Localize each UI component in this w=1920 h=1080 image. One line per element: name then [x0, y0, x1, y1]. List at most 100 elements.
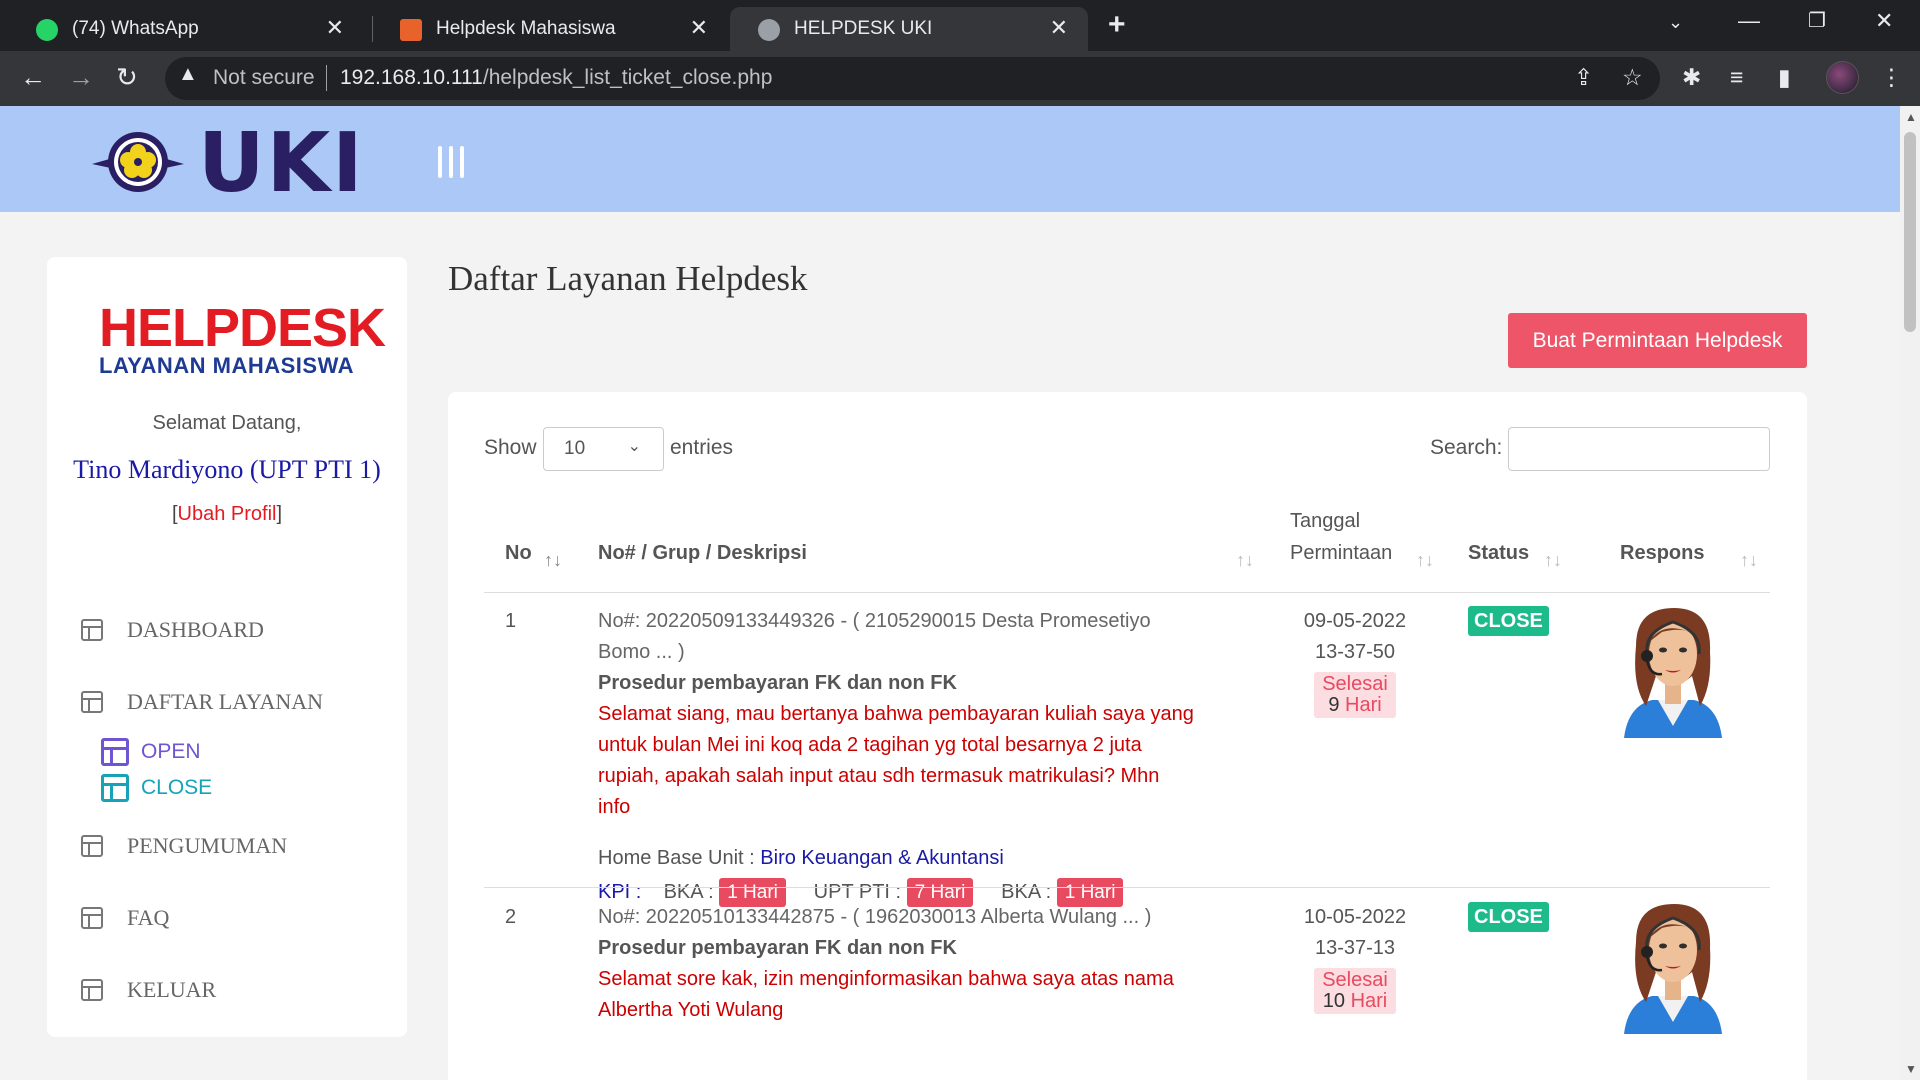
page-scrollbar[interactable]: ▲ ▼ — [1900, 106, 1920, 1080]
tab-whatsapp[interactable]: (74) WhatsApp ✕ — [8, 7, 364, 51]
column-header-status[interactable]: Status — [1468, 542, 1529, 565]
star-icon[interactable]: ☆ — [1622, 64, 1643, 91]
profile-avatar[interactable] — [1826, 61, 1859, 94]
layout-icon — [81, 835, 103, 857]
flame-icon — [400, 19, 422, 41]
menu-item-daftar-layanan[interactable]: DAFTAR LAYANAN — [81, 689, 323, 715]
uki-emblem-icon[interactable] — [90, 124, 186, 194]
reload-icon[interactable]: ↻ — [116, 62, 138, 93]
tab-search-icon[interactable]: ⌄ — [1668, 12, 1683, 33]
menu-item-pengumuman[interactable]: PENGUMUMAN — [81, 833, 287, 859]
scroll-down-icon[interactable]: ▼ — [1905, 1062, 1917, 1076]
layout-icon — [101, 774, 129, 802]
status-cell: CLOSE — [1468, 606, 1549, 637]
layout-icon — [81, 619, 103, 641]
entries-label: entries — [670, 436, 734, 459]
ticket-description: Selamat sore kak, izin menginformasikan … — [598, 968, 1174, 1021]
close-tab-icon[interactable]: ✕ — [326, 15, 344, 41]
media-icon[interactable]: ≡ — [1730, 64, 1743, 91]
page-title: Daftar Layanan Helpdesk — [448, 259, 808, 298]
column-header-date-line2[interactable]: Permintaan — [1290, 542, 1392, 565]
site-header: UKI — [0, 106, 1900, 212]
submenu-item-open[interactable]: OPEN — [101, 738, 201, 766]
request-date: 10-05-2022 — [1303, 906, 1407, 928]
close-tab-icon[interactable]: ✕ — [690, 15, 708, 41]
home-base-value: Biro Keuangan & Akuntansi — [760, 847, 1004, 869]
ticket-table-card: Show 10 ⌄ entries Search: No ↑↓ No# / Gr… — [448, 392, 1807, 1080]
layout-icon — [81, 691, 103, 713]
column-header-desc[interactable]: No# / Grup / Deskripsi — [598, 542, 807, 565]
column-header-respons[interactable]: Respons — [1620, 542, 1704, 565]
scrollbar-thumb[interactable] — [1904, 132, 1916, 332]
search-input[interactable] — [1508, 427, 1770, 471]
browser-toolbar: ← → ↻ ▲ Not secure 192.168.10.111/helpde… — [0, 51, 1920, 106]
security-status[interactable]: Not secure — [213, 66, 315, 90]
share-icon[interactable]: ⇪ — [1574, 64, 1593, 91]
ticket-description-cell: No#: 20220510133442875 - ( 1962030013 Al… — [598, 902, 1258, 1026]
side-panel-icon[interactable]: ▮ — [1778, 64, 1791, 91]
sort-asc-icon[interactable]: ↑↓ — [544, 550, 562, 571]
column-header-date-line1[interactable]: Tanggal — [1290, 510, 1360, 533]
ticket-number: No#: 20220510133442875 - ( 1962030013 Al… — [598, 906, 1152, 928]
back-icon[interactable]: ← — [20, 62, 46, 93]
url-text[interactable]: 192.168.10.111/helpdesk_list_ticket_clos… — [340, 66, 772, 90]
window-close-button[interactable]: ✕ — [1875, 8, 1893, 34]
warning-icon[interactable]: ▲ — [178, 63, 198, 86]
request-date-cell: 10-05-2022 13-37-13 Selesai 10 Hari — [1280, 902, 1430, 1017]
uki-logo-text[interactable]: UKI — [198, 116, 365, 211]
whatsapp-icon — [36, 19, 58, 41]
status-badge: CLOSE — [1468, 902, 1549, 932]
sort-icon[interactable]: ↑↓ — [1416, 550, 1434, 571]
globe-icon — [758, 19, 780, 41]
status-badge: CLOSE — [1468, 606, 1549, 636]
minimize-button[interactable]: — — [1738, 8, 1760, 34]
restore-button[interactable]: ❐ — [1808, 8, 1826, 33]
submenu-item-close[interactable]: CLOSE — [101, 774, 212, 802]
chevron-down-icon: ⌄ — [627, 438, 641, 455]
create-request-button[interactable]: Buat Permintaan Helpdesk — [1508, 313, 1807, 368]
hamburger-menu-icon[interactable] — [438, 146, 464, 178]
scroll-up-icon[interactable]: ▲ — [1905, 110, 1917, 124]
extensions-icon[interactable]: ✱ — [1682, 64, 1701, 91]
ticket-description-cell: No#: 20220509133449326 - ( 2105290015 De… — [598, 606, 1258, 908]
menu-kebab-icon[interactable]: ⋮ — [1880, 64, 1903, 91]
column-header-no[interactable]: No — [505, 542, 532, 565]
new-tab-button[interactable]: + — [1108, 8, 1126, 42]
status-cell: CLOSE — [1468, 902, 1549, 933]
page-viewport: UKI HELPDESK LAYANAN MAHASISWA Selamat D… — [0, 106, 1900, 1080]
browser-tab-strip: (74) WhatsApp ✕ Helpdesk Mahasiswa ✕ HEL… — [0, 0, 1920, 51]
support-agent-avatar — [1624, 904, 1722, 1034]
duration-badge: Selesai 10 Hari — [1314, 968, 1396, 1014]
sort-icon[interactable]: ↑↓ — [1740, 550, 1758, 571]
home-base-unit: Home Base Unit : Biro Keuangan & Akuntan… — [598, 847, 1004, 869]
ticket-description: Selamat siang, mau bertanya bahwa pembay… — [598, 703, 1194, 818]
support-agent-avatar — [1624, 608, 1722, 738]
brand-subtitle: LAYANAN MAHASISWA — [99, 353, 355, 378]
forward-icon[interactable]: → — [68, 62, 94, 93]
request-date: 09-05-2022 — [1303, 610, 1407, 632]
brand-title: HELPDESK — [99, 298, 386, 358]
layout-icon — [81, 979, 103, 1001]
close-tab-icon[interactable]: ✕ — [1050, 15, 1068, 41]
menu-item-keluar[interactable]: KELUAR — [81, 977, 216, 1003]
request-time: 13-37-50 — [1314, 641, 1396, 663]
entries-select[interactable]: 10 ⌄ — [543, 427, 664, 471]
request-time: 13-37-13 — [1314, 937, 1396, 959]
sort-icon[interactable]: ↑↓ — [1544, 550, 1562, 571]
tab-helpdesk-uki[interactable]: HELPDESK UKI ✕ — [730, 7, 1088, 51]
tab-helpdesk-mahasiswa[interactable]: Helpdesk Mahasiswa ✕ — [372, 7, 728, 51]
sort-icon[interactable]: ↑↓ — [1236, 550, 1254, 571]
ticket-number: No#: 20220509133449326 - ( 2105290015 De… — [598, 610, 1151, 663]
menu-item-faq[interactable]: FAQ — [81, 905, 169, 931]
search-label: Search: — [1430, 436, 1503, 459]
layout-icon — [101, 738, 129, 766]
profile-link-wrapper: [Ubah Profil] — [171, 503, 283, 525]
ticket-group: Prosedur pembayaran FK dan non FK — [598, 672, 957, 694]
sidebar: HELPDESK LAYANAN MAHASISWA Selamat Datan… — [47, 257, 407, 1037]
welcome-text: Selamat Datang, — [152, 412, 302, 434]
edit-profile-link[interactable]: Ubah Profil — [178, 503, 277, 525]
menu-item-dashboard[interactable]: DASHBOARD — [81, 617, 264, 643]
layout-icon — [81, 907, 103, 929]
show-label: Show — [484, 436, 537, 459]
ticket-group: Prosedur pembayaran FK dan non FK — [598, 937, 957, 959]
